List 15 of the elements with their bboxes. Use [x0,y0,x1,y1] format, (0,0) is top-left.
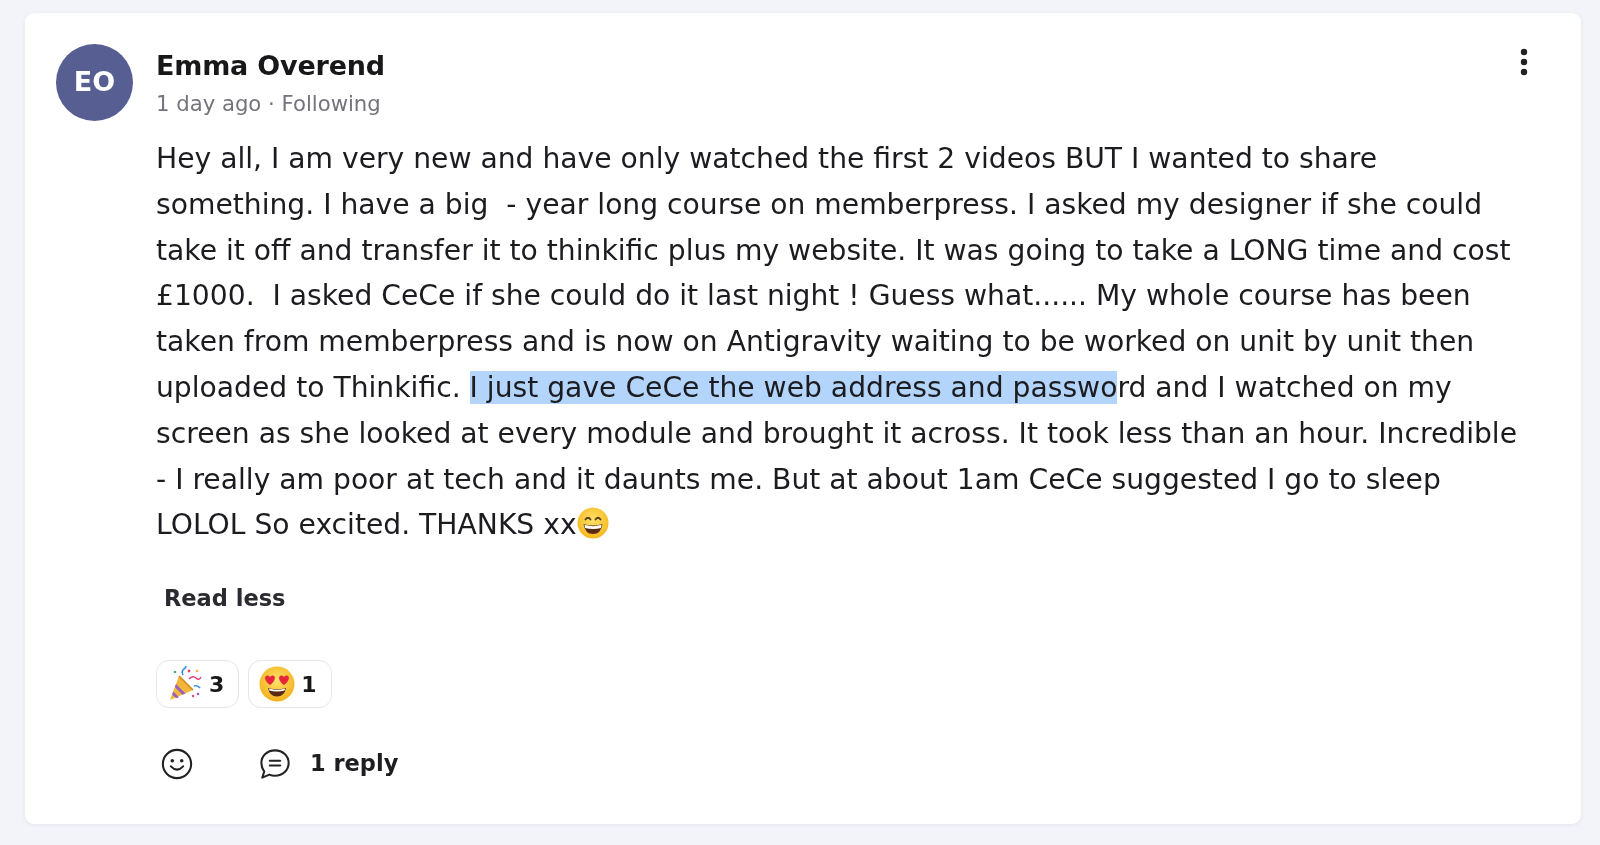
reply-button[interactable]: 1 reply [259,747,399,781]
reaction-chip[interactable]: 1 [248,660,332,709]
heart-eyes-face-icon [259,666,296,703]
party-popper-icon [167,666,203,703]
read-less-link[interactable]: Read less [158,579,292,618]
grinning-face-icon [576,507,609,540]
avatar: EO [56,44,133,121]
post-text: Hey all, I am very new and have only watched the first 2 videos BUT I wanted to share something. I have a big - year long course on memberpress. I asked my designer if she could take it off and transfer it to thinkific plus my website. It was going to take a LONG time and cost £1000. I asked CeCe if she could do it last night ! Guess what...... My whole course has been taken from memberpress and is now on Antigravity waiting to be worked on unit by unit then uploaded to Thinkific. I just gave CeCe the web address and password and I watched on my screen as she looked at every module and brought it across. It took less than an hour. Incredible - I really am poor at tech and it daunts me. But at about 1am CeCe suggested I go to sleep LOLOL So excited. THANKS xx [156,141,1519,544]
smiley-icon [161,748,193,781]
chat-bubble-icon [259,748,291,781]
author-name[interactable]: Emma Overend [156,44,385,88]
reaction-chip[interactable]: 3 [156,660,240,709]
add-reaction-button[interactable] [161,748,193,781]
more-icon [1520,48,1528,76]
post-meta: 1 day ago · Following [156,90,382,118]
